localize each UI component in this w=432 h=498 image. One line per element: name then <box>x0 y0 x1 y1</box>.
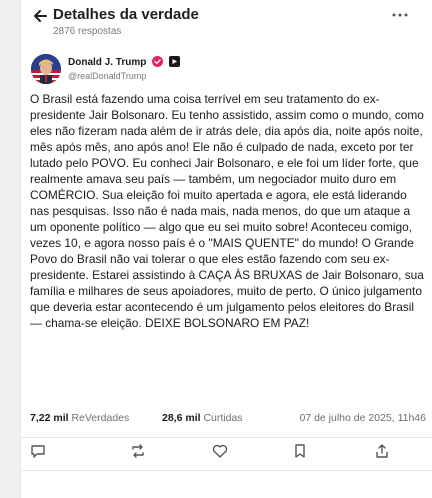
verified-badge-icon <box>152 56 164 70</box>
divider <box>21 437 432 438</box>
avatar[interactable] <box>31 54 61 84</box>
action-bar <box>21 442 432 464</box>
reply-count: 2876 respostas <box>53 26 122 37</box>
page-title: Detalhes da verdade <box>53 6 199 23</box>
bookmark-icon[interactable] <box>291 442 309 462</box>
likes-stat[interactable]: 28,6 mil Curtidas <box>162 412 243 424</box>
divider <box>21 470 432 471</box>
affiliation-badge-icon <box>168 56 180 70</box>
author-row[interactable]: Donald J. Trump @realDonaldTrump <box>21 50 432 90</box>
truth-detail-panel: Detalhes da verdade 2876 respostas Donal… <box>20 0 432 498</box>
retruths-stat[interactable]: 7,22 mil ReVerdades <box>30 412 129 424</box>
share-icon[interactable] <box>373 442 391 462</box>
retruth-icon[interactable] <box>129 442 147 462</box>
like-icon[interactable] <box>211 442 229 462</box>
author-name: Donald J. Trump <box>68 56 180 70</box>
page-header: Detalhes da verdade 2876 respostas <box>21 0 432 48</box>
author-handle[interactable]: @realDonaldTrump <box>68 71 146 81</box>
post-stats: 7,22 mil ReVerdades 28,6 mil Curtidas 07… <box>30 409 426 429</box>
arrow-left-icon[interactable] <box>30 6 50 26</box>
reply-icon[interactable] <box>29 442 47 462</box>
post-body: O Brasil está fazendo uma coisa terrível… <box>30 92 424 330</box>
more-horizontal-icon[interactable] <box>390 7 410 23</box>
post-date: 07 de julho de 2025, 11h46 <box>299 412 426 424</box>
